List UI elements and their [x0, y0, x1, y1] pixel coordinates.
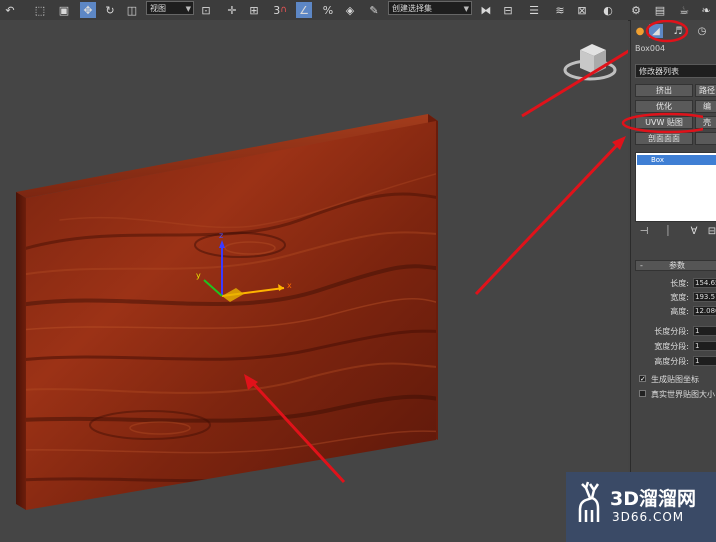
- spinner-snap-icon[interactable]: ◈: [342, 2, 358, 18]
- parameters-rollout[interactable]: - 参数: [635, 260, 716, 271]
- gen-map-coords-box[interactable]: ✓: [639, 375, 646, 383]
- width-segs-field[interactable]: 1: [693, 341, 716, 351]
- gen-map-coords-checkbox[interactable]: ✓ 生成贴图坐标: [639, 374, 716, 385]
- deer-logo-icon: [578, 481, 600, 522]
- viewport-canvas: x y z: [16, 44, 628, 510]
- main-toolbar: ↶ ⬚ ▣ ✥ ↻ ◫ 视图 ▼ ⊡ ✛ ⊞ 3 ∩ ∠ % ◈ ✎ 创建选择集 …: [0, 0, 716, 21]
- perspective-viewport[interactable]: x y z: [0, 20, 628, 542]
- modifier-list-dropdown[interactable]: 修改器列表: [635, 64, 716, 78]
- view-dropdown[interactable]: 视图 ▼: [146, 1, 194, 15]
- rollout-title: 参数: [669, 261, 685, 270]
- select-icon[interactable]: ▣: [56, 2, 72, 18]
- show-end-result-icon[interactable]: ⏐: [661, 226, 675, 240]
- watermark-brand: 3D溜溜网: [610, 488, 696, 510]
- command-panel: ● ◢ ♬ ◷ Box004 修改器列表 挤出 路径 优化 编 UVW 贴图 壳…: [621, 20, 716, 542]
- stack-toolbar: ⊣ ⏐ ∀ ⊟: [635, 226, 716, 240]
- width-segs-label: 宽度分段:: [654, 342, 689, 351]
- width-row: 宽度: 193.5: [635, 292, 716, 303]
- remove-modifier-icon[interactable]: ⊟: [705, 226, 716, 240]
- height-label: 高度:: [670, 307, 689, 316]
- gizmo-y-label: y: [196, 271, 201, 280]
- render-frame-icon[interactable]: ▤: [652, 2, 668, 18]
- length-row: 长度: 154.65: [635, 278, 716, 289]
- magnet-icon: ∩: [280, 5, 287, 15]
- select-region-icon[interactable]: ⬚: [32, 2, 48, 18]
- length-field[interactable]: 154.65: [693, 278, 716, 288]
- uvw-button-highlight: [621, 112, 703, 134]
- render-production-icon[interactable]: ❧: [698, 2, 714, 18]
- align-icon[interactable]: ⊟: [500, 2, 516, 18]
- pivot-icon[interactable]: ⊡: [198, 2, 214, 18]
- make-unique-icon[interactable]: ∀: [687, 226, 701, 240]
- chevron-down-icon: ▼: [463, 5, 469, 13]
- snap-toggle[interactable]: 3 ∩: [272, 2, 288, 18]
- length-segs-row: 长度分段: 1: [635, 326, 716, 337]
- layer-icon[interactable]: ☰: [526, 2, 542, 18]
- arrow-to-uvw-button: [474, 140, 622, 296]
- watermark-url: 3D66.COM: [612, 510, 685, 524]
- gen-map-coords-label: 生成贴图坐标: [651, 375, 699, 384]
- view-dropdown-label: 视图: [150, 4, 166, 13]
- render-setup-icon[interactable]: ⚙: [628, 2, 644, 18]
- real-world-map-box[interactable]: [639, 390, 646, 397]
- length-segs-label: 长度分段:: [654, 327, 689, 336]
- modify-tab-circle: [645, 20, 689, 43]
- length-segs-field[interactable]: 1: [693, 326, 716, 336]
- selection-set-label: 创建选择集: [392, 4, 432, 13]
- modifier-stack[interactable]: Box: [635, 152, 716, 222]
- pin-stack-icon[interactable]: ⊣: [637, 226, 651, 240]
- curve-editor-icon[interactable]: ≋: [552, 2, 568, 18]
- height-row: 高度: 12.086: [635, 306, 716, 317]
- material-editor-icon[interactable]: ◐: [600, 2, 616, 18]
- transform-gizmo-icon[interactable]: ✛: [224, 2, 240, 18]
- edit-named-selection-icon[interactable]: ✎: [366, 2, 382, 18]
- real-world-map-label: 真实世界贴图大小: [651, 390, 715, 399]
- angle-snap-icon[interactable]: ∠: [296, 2, 312, 18]
- undo-icon[interactable]: ↶: [2, 2, 18, 18]
- board-left-edge: [16, 192, 26, 510]
- gizmo-x-label: x: [287, 281, 292, 290]
- uvw-button-circle: [621, 112, 703, 134]
- height-field[interactable]: 12.086: [693, 306, 716, 316]
- chevron-down-icon: ▼: [185, 5, 191, 13]
- schematic-icon[interactable]: ⊠: [574, 2, 590, 18]
- watermark: 3D溜溜网 3D66.COM: [566, 472, 716, 542]
- render-icon[interactable]: ☕: [676, 2, 692, 18]
- snap-number: 3: [273, 3, 281, 17]
- manipulate-icon[interactable]: ⊞: [246, 2, 262, 18]
- height-segs-field[interactable]: 1: [693, 356, 716, 366]
- mirror-icon[interactable]: ⧓: [478, 2, 494, 18]
- extrude-button[interactable]: 挤出: [635, 84, 693, 97]
- object-name-field[interactable]: Box004: [635, 44, 716, 56]
- length-label: 长度:: [670, 279, 689, 288]
- height-segs-label: 高度分段:: [654, 357, 689, 366]
- height-segs-row: 高度分段: 1: [635, 356, 716, 367]
- percent-snap-icon[interactable]: %: [320, 2, 336, 18]
- stack-item-box[interactable]: Box: [637, 155, 716, 165]
- rotate-icon[interactable]: ↻: [102, 2, 118, 18]
- wood-board[interactable]: [16, 114, 450, 510]
- gizmo-z-label: z: [219, 231, 223, 240]
- width-field[interactable]: 193.5: [693, 292, 716, 302]
- move-icon[interactable]: ✥: [80, 2, 96, 18]
- scale-icon[interactable]: ◫: [124, 2, 140, 18]
- width-segs-row: 宽度分段: 1: [635, 341, 716, 352]
- selection-set-dropdown[interactable]: 创建选择集 ▼: [388, 1, 472, 15]
- width-label: 宽度:: [670, 293, 689, 302]
- path-button[interactable]: 路径: [695, 84, 716, 97]
- real-world-map-checkbox[interactable]: 真实世界贴图大小: [639, 389, 716, 400]
